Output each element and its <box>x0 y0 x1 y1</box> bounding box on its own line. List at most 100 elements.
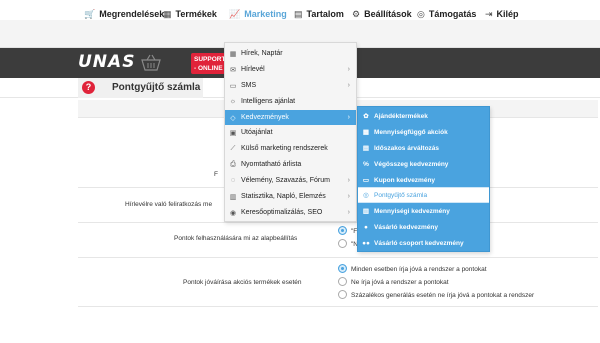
menu-item-seo[interactable]: ◉ Keresőoptimalizálás, SEO › <box>225 205 356 220</box>
help-icon[interactable]: ? <box>82 81 95 94</box>
menu-item-label: Utóajánlat <box>241 129 273 136</box>
submenu-item-customer-group-discount[interactable]: ●● Vásárló csoport kedvezmény <box>358 235 489 251</box>
envelope-icon: ✉ <box>230 66 236 74</box>
menu-item-label: Intelligens ajánlat <box>241 98 296 105</box>
lightbulb-icon: ☼ <box>229 98 237 105</box>
seo-icon: ◉ <box>229 209 237 217</box>
nav-label: Támogatás <box>428 9 477 19</box>
bar-chart-icon: ▥ <box>229 193 237 201</box>
radio-base-option-2[interactable] <box>338 239 347 248</box>
percent-icon: % <box>363 160 369 168</box>
support-icon: ◎ <box>417 8 425 19</box>
cart-icon: 🛒 <box>84 8 96 19</box>
nav-label: Marketing <box>244 9 287 19</box>
menu-item-label: SMS <box>241 82 257 89</box>
coin-icon: ◎ <box>363 192 369 199</box>
setting-label-newsletter: Hírlevélre való feliratkozás me <box>125 201 213 208</box>
nav-label: Megrendelések <box>99 9 165 19</box>
submenu-item-label: Kupon kedvezmény <box>374 176 436 184</box>
menu-item-newsletter[interactable]: ✉ Hírlevél › <box>225 62 356 77</box>
nav-item-marketing[interactable]: 📈 Marketing <box>223 0 295 28</box>
users-icon: ●● <box>362 239 370 247</box>
nav-item-logout[interactable]: ⇥ Kilép <box>485 0 519 28</box>
radio-action-option-3[interactable] <box>338 290 347 299</box>
nav-item-orders[interactable]: 🛒 Megrendelések <box>84 0 164 28</box>
submenu-item-label: Vásárló kedvezmény <box>374 223 438 231</box>
radio-option-label: Százalékos generálás esetén ne írja jóvá… <box>351 292 535 299</box>
submenu-item-periodic-price[interactable]: ▤ Időszakos árváltozás <box>358 140 489 156</box>
support-badge-line: - ONLINE <box>194 65 223 72</box>
menu-item-news-calendar[interactable]: ▦ Hírek, Naptár <box>225 46 356 61</box>
coupon-icon: ▭ <box>362 177 370 184</box>
menu-item-reviews[interactable]: ◌ Vélemény, Szavazás, Fórum › <box>225 173 356 188</box>
stack-icon: ▥ <box>362 208 370 215</box>
gears-icon: ⚙ <box>352 8 361 19</box>
menu-item-label: Hírlevél <box>241 66 265 73</box>
sms-icon: ▭ <box>229 82 237 90</box>
menu-item-label: Vélemény, Szavazás, Fórum <box>241 177 330 184</box>
chart-icon: 📈 <box>229 8 241 19</box>
submenu-item-quantity-actions[interactable]: ▦ Mennyiségfüggő akciók <box>358 124 489 140</box>
row-divider <box>78 306 598 307</box>
user-icon: ● <box>364 223 368 231</box>
document-icon: ▤ <box>294 8 303 19</box>
chevron-right-icon: › <box>347 209 350 216</box>
setting-label-action-products: Pontok jóváírása akciós termékek esetén <box>183 279 302 286</box>
menu-item-statistics[interactable]: ▥ Statisztika, Napló, Elemzés › <box>225 189 356 204</box>
menu-item-price-list[interactable]: ⎙ Nyomtatható árlista <box>225 157 356 172</box>
nav-label: Beállítások <box>364 9 412 19</box>
chevron-right-icon: › <box>347 177 350 184</box>
upsell-icon: ▣ <box>229 129 237 137</box>
row-divider <box>78 222 598 223</box>
marketing-dropdown-menu: ▦ Hírek, Naptár ✉ Hírlevél › ▭ SMS › ☼ I… <box>224 42 357 222</box>
calendar-icon: ▤ <box>362 145 370 152</box>
basket-icon <box>141 54 161 71</box>
menu-item-sms[interactable]: ▭ SMS › <box>225 78 356 93</box>
submenu-item-total-discount[interactable]: % Végösszeg kedvezmény <box>358 156 489 172</box>
submenu-item-coupon-discount[interactable]: ▭ Kupon kedvezmény <box>358 172 489 188</box>
support-badge-line: SUPPORT <box>194 56 225 63</box>
submenu-item-customer-discount[interactable]: ● Vásárló kedvezmény <box>358 219 489 235</box>
nav-label: Kilép <box>496 9 519 19</box>
nav-label: Tartalom <box>306 9 344 19</box>
setting-label-partial: F <box>214 171 218 178</box>
menu-item-external-marketing[interactable]: ⟋ Külső marketing rendszerek <box>225 141 356 156</box>
nav-item-support[interactable]: ◎ Támogatás <box>417 0 476 28</box>
menu-item-label: Külső marketing rendszerek <box>241 145 328 152</box>
submenu-item-label: Mennyiségi kedvezmény <box>374 207 450 215</box>
nav-item-settings[interactable]: ⚙ Beállítások <box>352 0 412 28</box>
box-icon: ▦ <box>163 8 172 19</box>
submenu-item-label: Mennyiségfüggő akciók <box>374 128 448 136</box>
radio-option-label: Minden esetben írja jóvá a rendszer a po… <box>351 266 487 273</box>
boxes-icon: ▦ <box>362 129 370 136</box>
submenu-item-gift-products[interactable]: ✿ Ajándéktermékek <box>358 108 489 124</box>
menu-item-smart-offer[interactable]: ☼ Intelligens ajánlat <box>225 94 356 109</box>
radio-option-label: Ne írja jóvá a rendszer a pontokat <box>351 279 449 286</box>
page-title: Pontgyűjtő számla <box>112 82 201 93</box>
submenu-item-label: Időszakos árváltozás <box>374 144 440 152</box>
nav-item-products[interactable]: ▦ Termékek <box>163 0 217 28</box>
submenu-item-label: Pontgyűjtő számla <box>374 191 428 199</box>
chevron-right-icon: › <box>347 82 350 89</box>
printer-icon: ⎙ <box>230 160 236 168</box>
menu-item-discounts[interactable]: ◇ Kedvezmények › <box>225 110 356 125</box>
support-online-badge[interactable]: SUPPORT - ONLINE <box>191 53 225 74</box>
submenu-item-loyalty-points[interactable]: ◎ Pontgyűjtő számla <box>358 187 489 203</box>
submenu-item-label: Ajándéktermékek <box>374 112 428 120</box>
radio-action-option-1[interactable] <box>338 264 347 273</box>
row-divider <box>78 257 598 258</box>
setting-label-base-usage: Pontok felhasználására mi az alapbeállít… <box>174 235 298 242</box>
chevron-right-icon: › <box>347 193 350 200</box>
chevron-right-icon: › <box>347 66 350 73</box>
radio-action-option-2[interactable] <box>338 277 347 286</box>
radio-base-option-1[interactable] <box>338 226 347 235</box>
menu-item-upsell[interactable]: ▣ Utóajánlat <box>225 125 356 140</box>
menu-item-label: Nyomtatható árlista <box>241 161 302 168</box>
submenu-item-quantity-discount[interactable]: ▥ Mennyiségi kedvezmény <box>358 203 489 219</box>
submenu-item-label: Vásárló csoport kedvezmény <box>374 239 464 247</box>
nav-item-content[interactable]: ▤ Tartalom <box>294 0 344 28</box>
nav-label: Termékek <box>175 9 217 19</box>
news-icon: ▦ <box>229 50 237 58</box>
unas-logo[interactable]: UNAS <box>78 52 135 72</box>
exit-icon: ⇥ <box>485 8 493 19</box>
